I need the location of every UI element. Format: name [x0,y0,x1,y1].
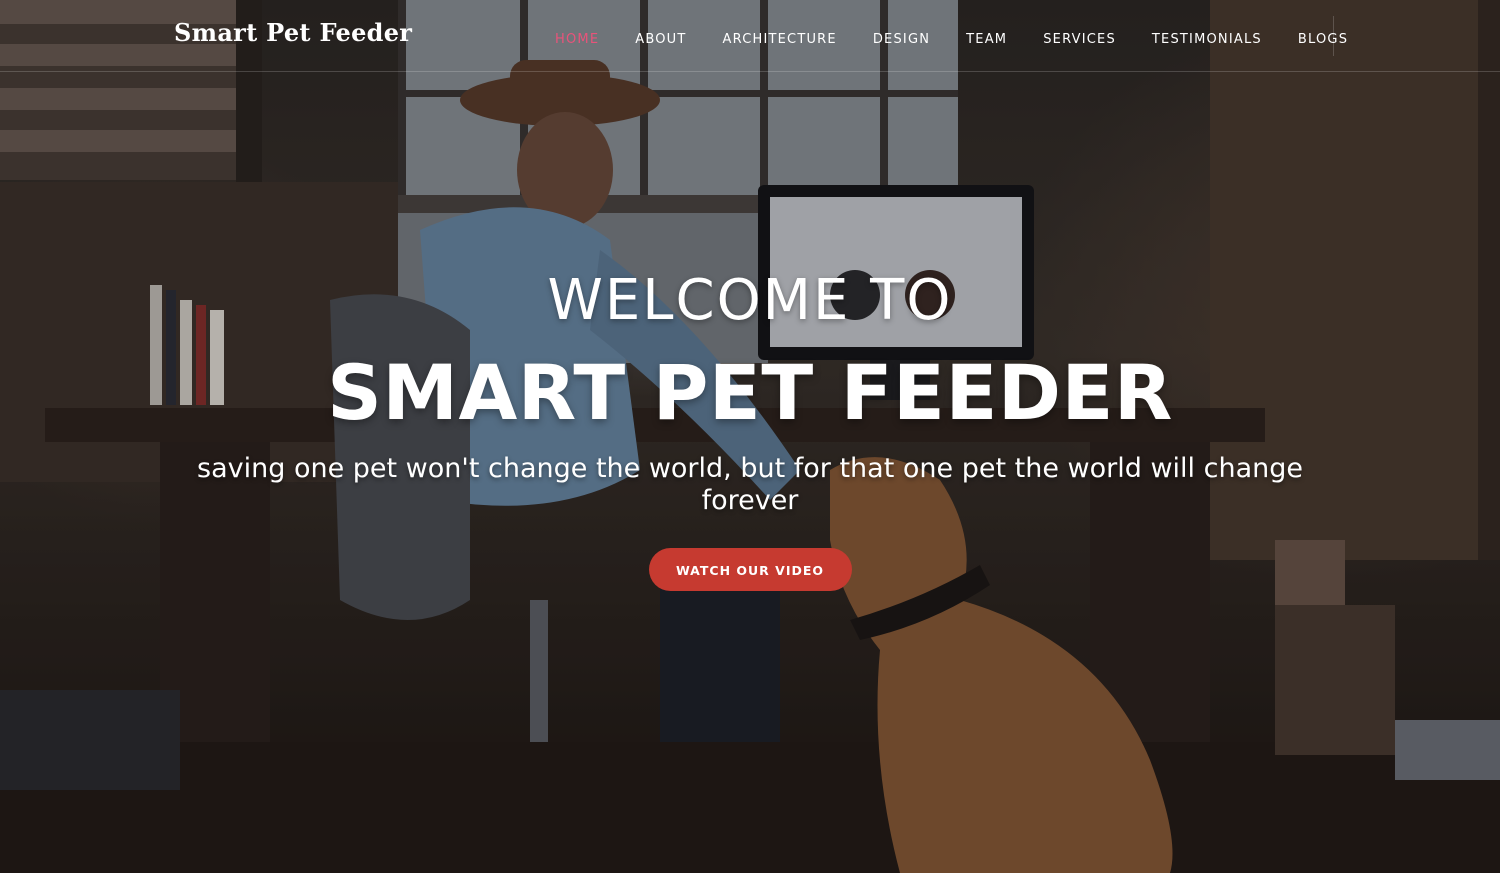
nav-divider [1333,16,1334,56]
hero-title: SMART PET FEEDER [327,348,1173,437]
nav-link-about[interactable]: ABOUT [635,32,686,47]
nav-item-design: DESIGN [873,28,966,48]
brand-logo[interactable]: Smart Pet Feeder [174,18,412,47]
nav-item-about: ABOUT [635,28,722,48]
nav-item-blogs: BLOGS [1298,28,1348,48]
nav-item-services: SERVICES [1043,28,1152,48]
nav-item-architecture: ARCHITECTURE [723,28,873,48]
nav-item-testimonials: TESTIMONIALS [1152,28,1298,48]
nav-link-blogs[interactable]: BLOGS [1298,32,1348,47]
hero-content: WELCOME TO SMART PET FEEDER saving one p… [0,262,1500,591]
nav-link-architecture[interactable]: ARCHITECTURE [723,32,837,47]
hero-kicker: WELCOME TO [547,268,953,333]
nav-link-services[interactable]: SERVICES [1043,32,1116,47]
nav-link-design[interactable]: DESIGN [873,32,930,47]
watch-video-button[interactable]: WATCH OUR VIDEO [648,548,852,591]
nav-item-team: TEAM [966,28,1043,48]
site-header: Smart Pet Feeder HOME ABOUT ARCHITECTURE… [0,0,1500,72]
hero-section: Smart Pet Feeder HOME ABOUT ARCHITECTURE… [0,0,1500,873]
nav-link-home[interactable]: HOME [555,32,599,47]
nav-item-home: HOME [555,28,635,48]
nav-link-testimonials[interactable]: TESTIMONIALS [1152,32,1262,47]
hero-subtitle: saving one pet won't change the world, b… [197,453,1303,516]
main-nav: HOME ABOUT ARCHITECTURE DESIGN TEAM SERV… [555,28,1348,48]
nav-link-team[interactable]: TEAM [966,32,1007,47]
